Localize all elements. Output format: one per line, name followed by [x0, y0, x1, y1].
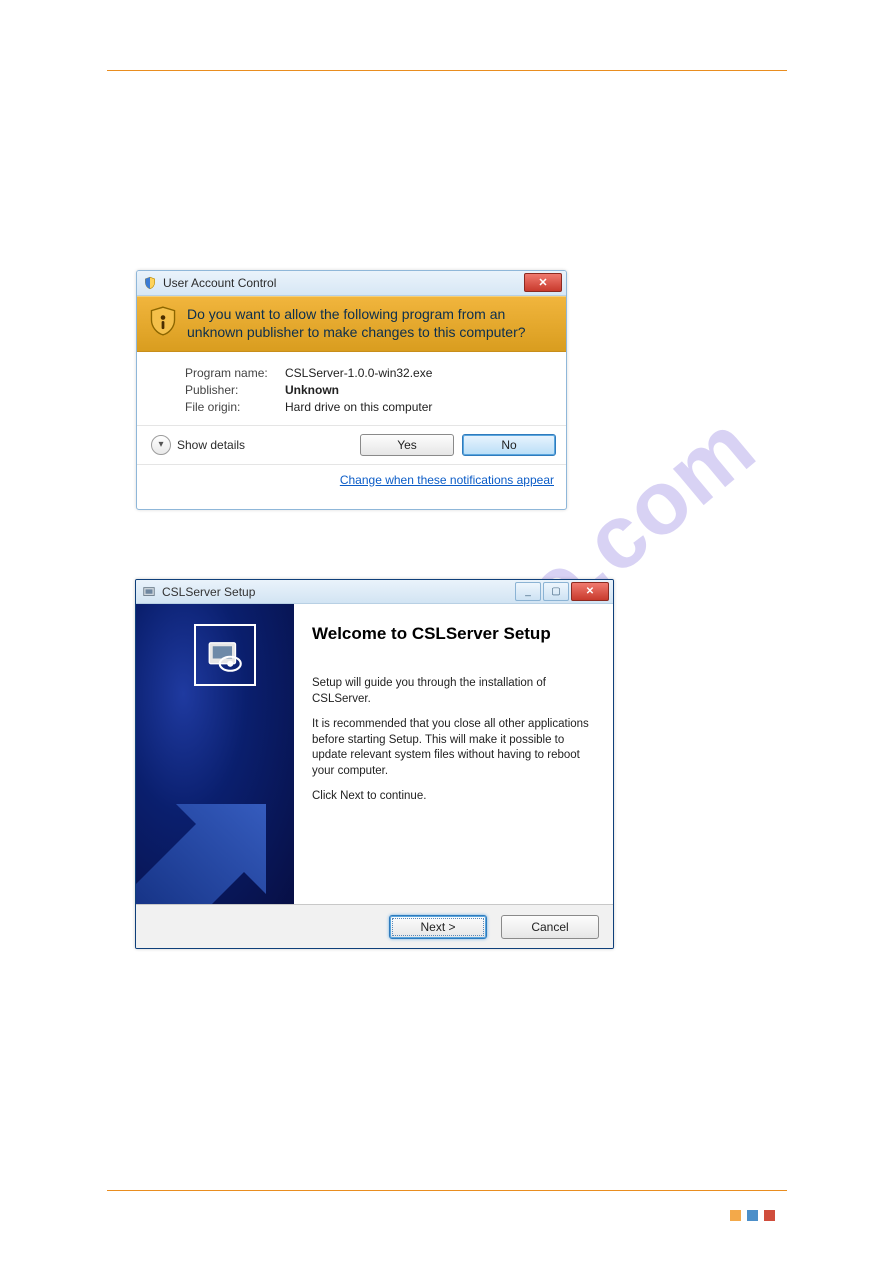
yes-button[interactable]: Yes — [360, 434, 454, 456]
shield-icon — [143, 276, 157, 290]
no-button[interactable]: No — [462, 434, 556, 456]
wizard-titlebar[interactable]: CSLServer Setup _ ▢ ✕ — [136, 580, 613, 604]
value-publisher: Unknown — [285, 383, 554, 397]
close-x-icon: ✕ — [538, 276, 547, 289]
wizard-sidebar-graphic — [136, 604, 294, 904]
label-file-origin: File origin: — [185, 400, 285, 414]
minimize-button[interactable]: _ — [515, 582, 541, 601]
wizard-main: Welcome to CSLServer Setup Setup will gu… — [294, 604, 613, 904]
cancel-button[interactable]: Cancel — [501, 915, 599, 939]
next-button[interactable]: Next > — [389, 915, 487, 939]
shield-warning-icon — [149, 306, 177, 336]
uac-banner: Do you want to allow the following progr… — [137, 296, 566, 352]
show-details-label: Show details — [177, 438, 245, 452]
value-file-origin: Hard drive on this computer — [285, 400, 554, 414]
chevron-down-icon: ▾ — [151, 435, 171, 455]
page-bottom-rule — [107, 1190, 787, 1191]
square-red-icon — [764, 1210, 775, 1221]
change-notifications-link[interactable]: Change when these notifications appear — [340, 473, 554, 487]
uac-titlebar[interactable]: User Account Control ✕ — [137, 271, 566, 296]
wizard-title: CSLServer Setup — [162, 585, 255, 599]
wizard-paragraph-3: Click Next to continue. — [312, 789, 595, 805]
uac-body: Program name: CSLServer-1.0.0-win32.exe … — [137, 352, 566, 425]
uac-banner-text: Do you want to allow the following progr… — [187, 306, 554, 342]
installer-icon — [142, 585, 156, 599]
maximize-icon: ▢ — [551, 586, 560, 597]
uac-footer-actions: ▾ Show details Yes No — [137, 425, 566, 464]
page-top-rule — [107, 70, 787, 71]
uac-footer-link: Change when these notifications appear — [137, 464, 566, 495]
label-program-name: Program name: — [185, 366, 285, 380]
close-x-icon: ✕ — [586, 586, 594, 597]
minimize-icon: _ — [525, 586, 531, 597]
maximize-button[interactable]: ▢ — [543, 582, 569, 601]
label-publisher: Publisher: — [185, 383, 285, 397]
wizard-heading: Welcome to CSLServer Setup — [312, 624, 595, 644]
square-orange-icon — [730, 1210, 741, 1221]
setup-wizard-dialog: CSLServer Setup _ ▢ ✕ — [135, 579, 614, 949]
close-button[interactable]: ✕ — [571, 582, 609, 601]
wizard-paragraph-1: Setup will guide you through the install… — [312, 676, 595, 707]
installer-box-icon — [194, 624, 256, 686]
close-button[interactable]: ✕ — [524, 273, 562, 292]
footer-squares — [730, 1210, 775, 1221]
square-blue-icon — [747, 1210, 758, 1221]
uac-dialog: User Account Control ✕ Do you want to al… — [136, 270, 567, 510]
value-program-name: CSLServer-1.0.0-win32.exe — [285, 366, 554, 380]
wizard-paragraph-2: It is recommended that you close all oth… — [312, 717, 595, 779]
wizard-footer: Next > Cancel — [136, 904, 613, 949]
show-details-toggle[interactable]: ▾ Show details — [151, 435, 245, 455]
uac-title: User Account Control — [163, 276, 276, 290]
